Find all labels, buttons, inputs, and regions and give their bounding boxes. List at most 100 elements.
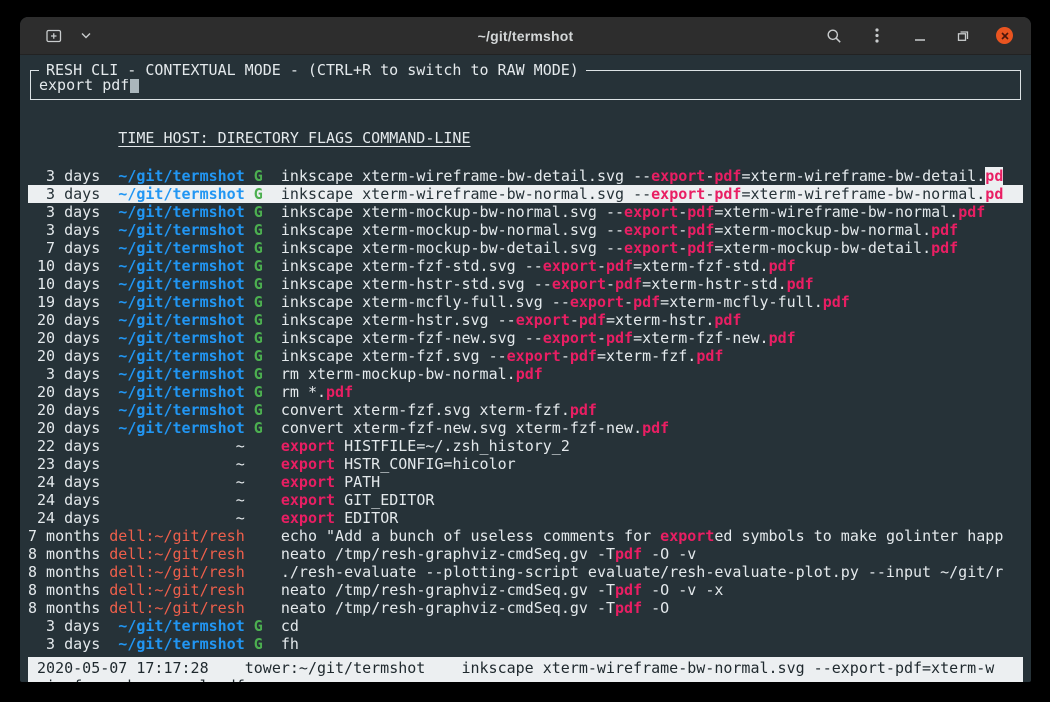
row-flag: G xyxy=(245,257,281,275)
row-command-segment: - xyxy=(624,293,633,311)
tab-dropdown-button[interactable] xyxy=(76,26,96,46)
row-command-segment: pdf xyxy=(769,329,796,347)
kebab-menu-icon xyxy=(875,28,879,43)
history-row[interactable]: 10 days ~/git/termshot G inkscape xterm-… xyxy=(28,257,1023,275)
row-time: 24 days xyxy=(28,473,109,491)
history-row[interactable]: 20 days ~/git/termshot G convert xterm-f… xyxy=(28,401,1023,419)
row-flag xyxy=(245,545,281,563)
row-command-segment: export xyxy=(507,347,561,365)
history-row[interactable]: 24 days ~ export EDITOR xyxy=(28,509,1023,527)
history-list: 3 days ~/git/termshot G inkscape xterm-w… xyxy=(28,167,1023,653)
history-row[interactable]: 20 days ~/git/termshot G inkscape xterm-… xyxy=(28,311,1023,329)
history-row[interactable]: 24 days ~ export PATH xyxy=(28,473,1023,491)
row-command-segment: =xterm-mcfly-full. xyxy=(660,293,823,311)
row-host: ~ xyxy=(109,455,244,473)
history-row[interactable]: 20 days ~/git/termshot G inkscape xterm-… xyxy=(28,347,1023,365)
history-row[interactable]: 3 days ~/git/termshot G inkscape xterm-w… xyxy=(28,185,1023,203)
row-command-segment: - xyxy=(705,185,714,203)
row-command-segment: - xyxy=(678,239,687,257)
row-command-segment: inkscape xterm-mockup-bw-normal.svg -- xyxy=(281,203,624,221)
row-host: ~/git/termshot xyxy=(109,347,244,365)
row-host: ~/git/termshot xyxy=(109,617,244,635)
detail-line-2: ireframe-bw-normal.pdf xyxy=(37,677,1023,682)
restore-icon xyxy=(956,29,970,43)
row-time: 3 days xyxy=(28,635,109,653)
row-command-segment: =xterm-fzf. xyxy=(597,347,696,365)
terminal-window: ~/git/termshot xyxy=(20,17,1031,682)
row-command-segment: pdf xyxy=(687,221,714,239)
history-row[interactable]: 3 days ~/git/termshot G rm xterm-mockup-… xyxy=(28,365,1023,383)
row-command-segment: export xyxy=(570,293,624,311)
search-button[interactable] xyxy=(824,26,844,46)
row-flag: G xyxy=(245,293,281,311)
history-row[interactable]: 22 days ~ export HISTFILE=~/.zsh_history… xyxy=(28,437,1023,455)
chevron-down-icon xyxy=(81,32,91,39)
history-row[interactable]: 10 days ~/git/termshot G inkscape xterm-… xyxy=(28,275,1023,293)
row-command-segment: =xterm-wireframe-bw-detail. xyxy=(741,167,985,185)
row-time: 10 days xyxy=(28,275,109,293)
row-command-segment: =xterm-mockup-bw-detail. xyxy=(714,239,931,257)
history-row[interactable]: 20 days ~/git/termshot G inkscape xterm-… xyxy=(28,329,1023,347)
row-host: ~/git/termshot xyxy=(109,293,244,311)
row-time: 3 days xyxy=(28,617,109,635)
row-command-segment: neato /tmp/resh-graphviz-cmdSeq.gv -T xyxy=(281,545,615,563)
history-row[interactable]: 8 months dell:~/git/resh neato /tmp/resh… xyxy=(28,599,1023,617)
row-host: ~/git/termshot xyxy=(109,239,244,257)
history-row[interactable]: 20 days ~/git/termshot G rm *.pdf xyxy=(28,383,1023,401)
row-command-segment: pdf xyxy=(570,347,597,365)
row-host: ~/git/termshot xyxy=(109,257,244,275)
row-flag: G xyxy=(245,311,281,329)
history-row[interactable]: 19 days ~/git/termshot G inkscape xterm-… xyxy=(28,293,1023,311)
row-command-segment: pdf xyxy=(570,401,597,419)
row-command-segment: HISTFILE=~/.zsh_history_2 xyxy=(335,437,570,455)
row-flag xyxy=(245,527,281,545)
row-command-segment: =xterm-wireframe-bw-normal. xyxy=(741,185,985,203)
row-command-segment: rm *. xyxy=(281,383,326,401)
minimize-button[interactable] xyxy=(910,26,930,46)
history-row[interactable]: 7 days ~/git/termshot G inkscape xterm-m… xyxy=(28,239,1023,257)
row-command-segment: GIT_EDITOR xyxy=(335,491,434,509)
new-tab-button[interactable] xyxy=(44,26,64,46)
history-row[interactable]: 23 days ~ export HSTR_CONFIG=hicolor xyxy=(28,455,1023,473)
row-command-segment: inkscape xterm-fzf-std.svg -- xyxy=(281,257,543,275)
history-row[interactable]: 3 days ~/git/termshot G inkscape xterm-m… xyxy=(28,203,1023,221)
row-command-segment: fh xyxy=(281,635,299,653)
row-command-segment: pdf xyxy=(615,581,642,599)
history-row[interactable]: 8 months dell:~/git/resh neato /tmp/resh… xyxy=(28,545,1023,563)
history-row[interactable]: 8 months dell:~/git/resh ./resh-evaluate… xyxy=(28,563,1023,581)
titlebar[interactable]: ~/git/termshot xyxy=(20,17,1031,55)
row-command-segment: =xterm-wireframe-bw-normal. xyxy=(714,203,958,221)
history-row[interactable]: 3 days ~/git/termshot G inkscape xterm-w… xyxy=(28,167,1023,185)
terminal-screen[interactable]: RESH CLI - CONTEXTUAL MODE - (CTRL+R to … xyxy=(20,55,1031,682)
row-command-segment: pdf xyxy=(615,599,642,617)
menu-button[interactable] xyxy=(867,26,887,46)
row-time: 3 days xyxy=(28,365,109,383)
history-row[interactable]: 24 days ~ export GIT_EDITOR xyxy=(28,491,1023,509)
row-command-segment: pdf xyxy=(633,293,660,311)
history-row[interactable]: 20 days ~/git/termshot G convert xterm-f… xyxy=(28,419,1023,437)
row-command-segment: =xterm-hstr-std. xyxy=(642,275,787,293)
restore-button[interactable] xyxy=(953,26,973,46)
row-command-segment: EDITOR xyxy=(335,509,398,527)
row-command-segment: export xyxy=(552,275,606,293)
row-command-segment: export xyxy=(543,329,597,347)
row-command-segment: pdf xyxy=(714,185,741,203)
row-flag xyxy=(245,563,281,581)
history-row[interactable]: 3 days ~/git/termshot G cd xyxy=(28,617,1023,635)
row-time: 20 days xyxy=(28,401,109,419)
history-row[interactable]: 3 days ~/git/termshot G inkscape xterm-m… xyxy=(28,221,1023,239)
row-command-segment: pdf xyxy=(787,275,814,293)
row-host: dell:~/git/resh xyxy=(109,581,244,599)
row-time: 7 months xyxy=(28,527,109,545)
row-command-segment: export xyxy=(651,185,705,203)
close-button[interactable] xyxy=(996,27,1013,44)
history-row[interactable]: 8 months dell:~/git/resh neato /tmp/resh… xyxy=(28,581,1023,599)
history-row[interactable]: 7 months dell:~/git/resh echo "Add a bun… xyxy=(28,527,1023,545)
row-host: ~/git/termshot xyxy=(109,275,244,293)
row-command-segment: ed symbols to make golinter happ xyxy=(714,527,1003,545)
row-flag: G xyxy=(245,203,281,221)
history-row[interactable]: 3 days ~/git/termshot G fh xyxy=(28,635,1023,653)
row-command-segment: pdf xyxy=(931,239,958,257)
row-command-segment: -O xyxy=(642,599,669,617)
row-command-segment: pdf xyxy=(714,167,741,185)
